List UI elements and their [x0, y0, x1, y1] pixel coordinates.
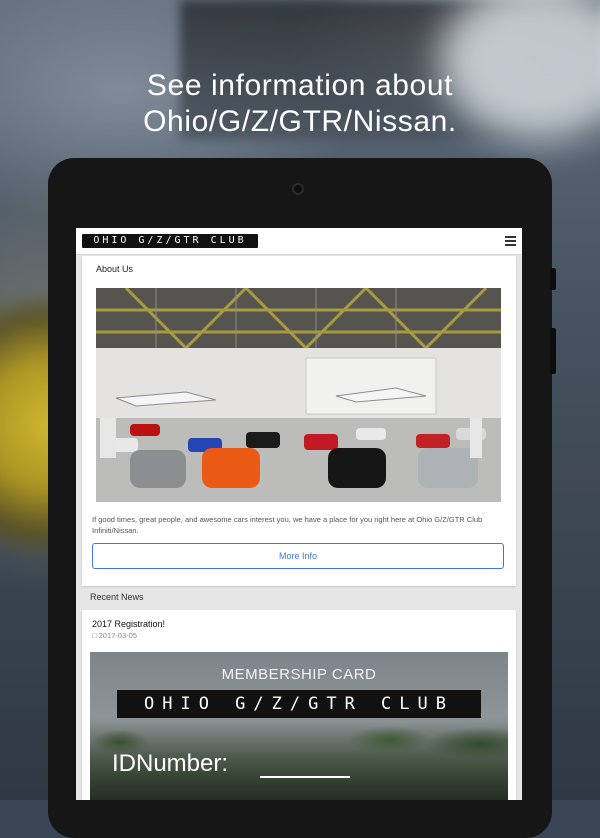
membership-card-id-label: IDNumber: — [112, 750, 229, 777]
promo-headline-line1: See information about — [146, 69, 454, 102]
calendar-icon: □ — [92, 631, 97, 640]
hangar-cars-photo — [96, 288, 501, 502]
membership-card-image[interactable]: MEMBERSHIP CARD OHIO G/Z/GTR CLUB IDNumb… — [90, 652, 508, 800]
about-us-description: If good times, great people, and awesome… — [92, 515, 483, 535]
more-info-button[interactable]: More Info — [92, 543, 504, 569]
membership-card-id-line — [260, 776, 350, 778]
news-item-card[interactable]: 2017 Registration! □ 2017-03-05 MEMBERSH… — [82, 610, 516, 800]
app-screen: OHIO G/Z/GTR CLUB About Us If good times… — [76, 228, 522, 800]
promo-headline-line2: Ohio/G/Z/GTR/Nissan. — [143, 105, 457, 138]
membership-card-heading: MEMBERSHIP CARD — [221, 666, 377, 683]
tablet-side-button-bottom — [550, 328, 556, 374]
tablet-camera — [292, 183, 304, 195]
news-item-title[interactable]: 2017 Registration! — [92, 619, 165, 629]
news-item-date-text: 2017-03-05 — [98, 631, 137, 640]
hamburger-menu-icon[interactable] — [505, 236, 516, 246]
about-us-card: About Us If good times, great people, an… — [82, 256, 516, 586]
club-logo: OHIO G/Z/GTR CLUB — [82, 234, 258, 248]
promo-headline: See information about Ohio/G/Z/GTR/Nissa… — [0, 68, 600, 140]
app-bar: OHIO G/Z/GTR CLUB — [76, 228, 522, 255]
about-us-title: About Us — [96, 264, 134, 274]
membership-card-logo: OHIO G/Z/GTR CLUB — [117, 690, 481, 718]
recent-news-label: Recent News — [90, 592, 144, 602]
news-item-date: □ 2017-03-05 — [92, 631, 137, 640]
tablet-side-button-top — [550, 268, 556, 290]
